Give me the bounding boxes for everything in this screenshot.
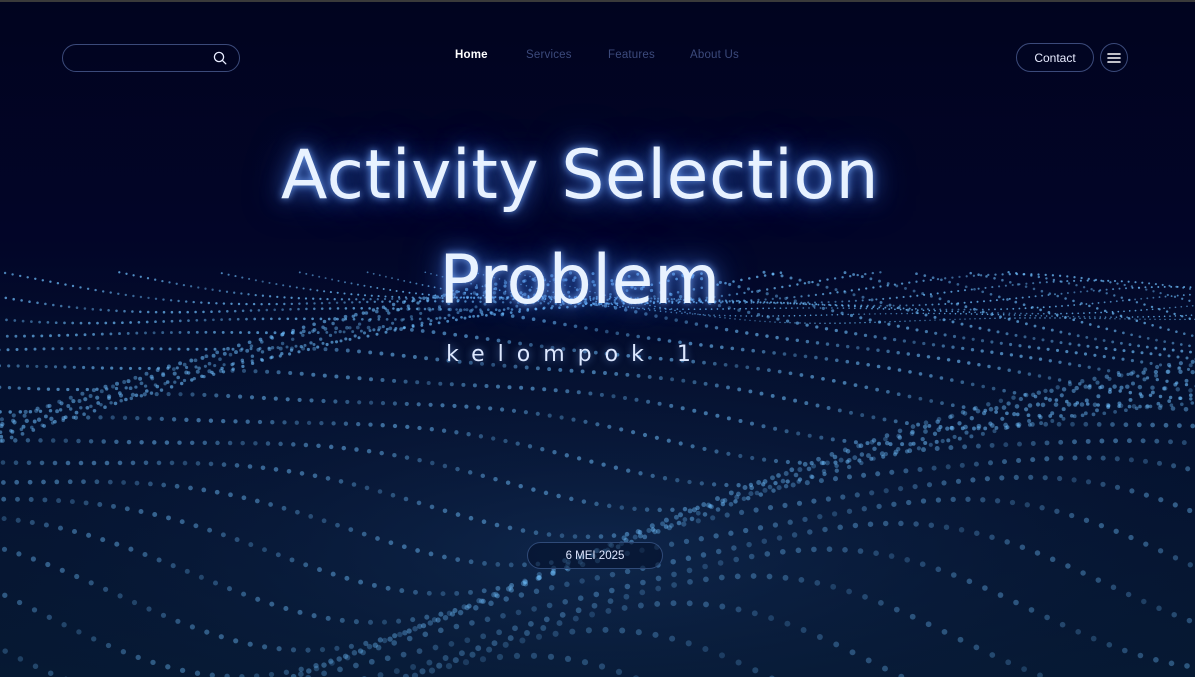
contact-button[interactable]: Contact [1016,43,1094,72]
hamburger-menu-icon [1107,52,1121,63]
nav-home[interactable]: Home [455,49,488,61]
particle-wave-background [0,262,1195,677]
date-badge: 6 MEI 2025 [527,542,663,569]
hero-title-line-2: Problem [439,241,721,320]
menu-button[interactable] [1100,43,1128,72]
nav-services[interactable]: Services [526,49,572,61]
hero-slide: Home Services Features About Us Contact … [0,0,1195,677]
nav-about-us[interactable]: About Us [690,49,739,61]
hero-title-line-1: Activity Selection [280,136,880,215]
nav-features[interactable]: Features [608,49,655,61]
hero-subtitle: kelompok 1 [446,342,704,367]
